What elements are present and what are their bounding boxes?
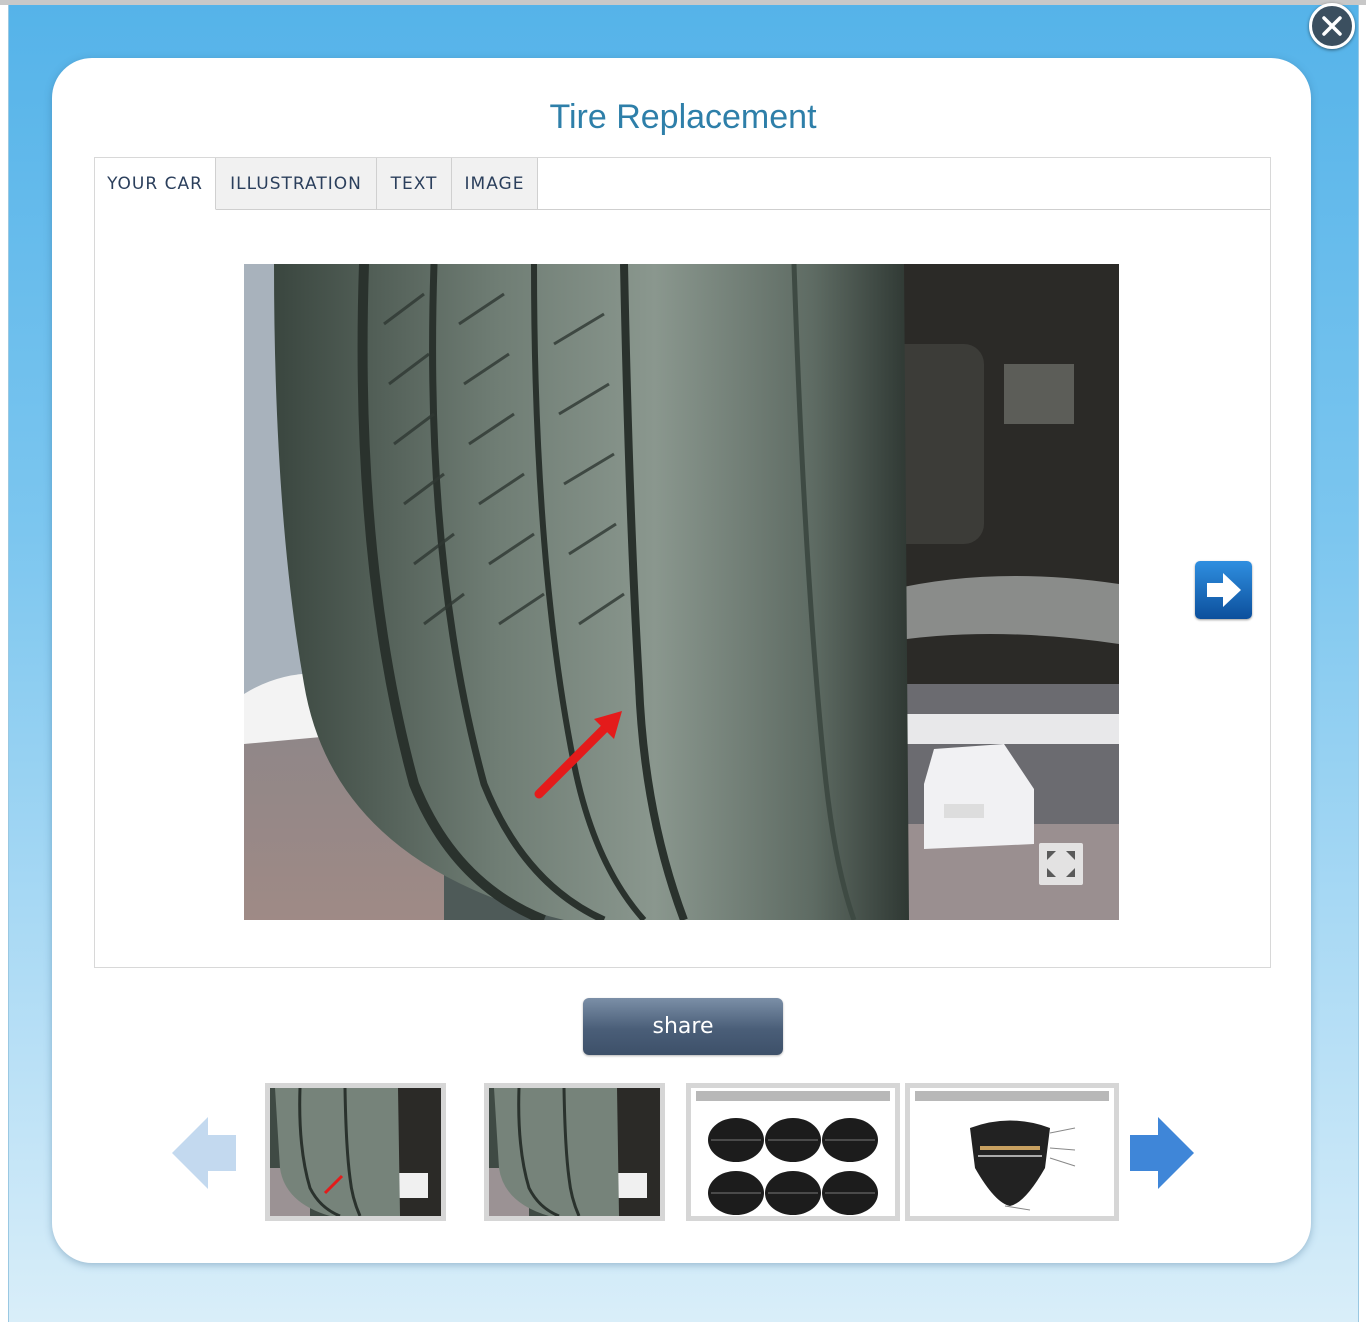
close-button[interactable] bbox=[1309, 3, 1355, 49]
thumbnail-3[interactable] bbox=[686, 1083, 900, 1221]
main-tire-photo bbox=[244, 264, 1119, 920]
page-title: Tire Replacement bbox=[549, 98, 817, 136]
expand-icon bbox=[1047, 851, 1075, 877]
arrow-right-icon bbox=[1207, 573, 1241, 607]
tab-your-car[interactable]: YOUR CAR bbox=[95, 158, 216, 210]
tire-photo-illustration bbox=[244, 264, 1119, 920]
tab-bar: YOUR CAR ILLUSTRATION TEXT IMAGE bbox=[95, 158, 1270, 210]
next-step-button[interactable] bbox=[1195, 561, 1252, 619]
thumbnail-4[interactable] bbox=[905, 1083, 1119, 1221]
thumbnail-tire-photo-with-arrow bbox=[270, 1088, 441, 1216]
thumbnail-tire-types-diagram bbox=[691, 1088, 895, 1216]
thumbnail-1[interactable] bbox=[265, 1083, 446, 1221]
tab-image[interactable]: IMAGE bbox=[452, 158, 538, 210]
tab-text[interactable]: TEXT bbox=[377, 158, 452, 210]
share-button[interactable]: share bbox=[583, 998, 783, 1055]
thumbnails-next-button[interactable] bbox=[1130, 1113, 1196, 1193]
thumbnail-tire-cutaway-diagram bbox=[910, 1088, 1114, 1216]
tab-illustration[interactable]: ILLUSTRATION bbox=[216, 158, 377, 210]
thumbnail-tire-photo bbox=[489, 1088, 660, 1216]
close-icon bbox=[1322, 16, 1342, 36]
thumbnail-2[interactable] bbox=[484, 1083, 665, 1221]
thumbnails-prev-button[interactable] bbox=[172, 1113, 238, 1193]
expand-image-button[interactable] bbox=[1039, 843, 1083, 885]
